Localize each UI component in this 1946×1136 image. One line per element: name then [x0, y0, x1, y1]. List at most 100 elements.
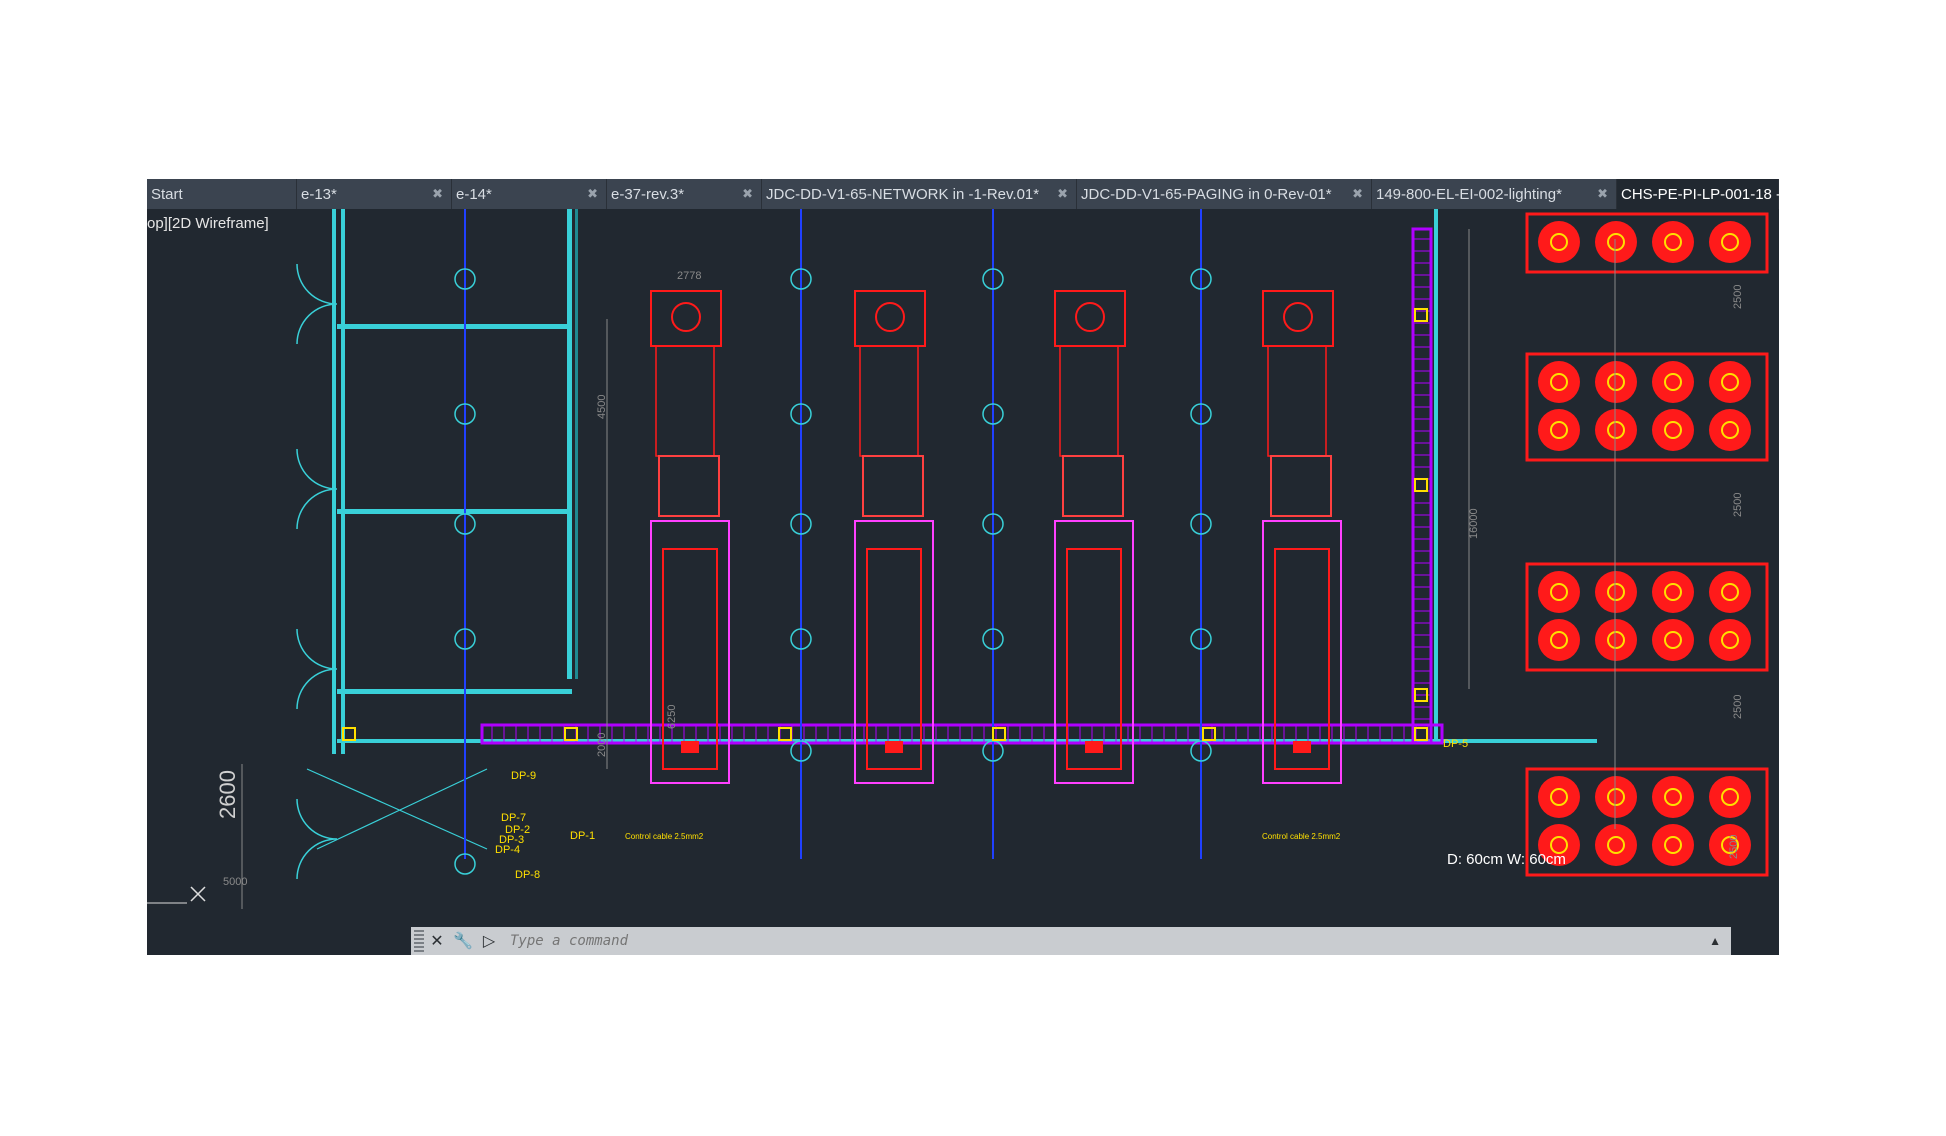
light-fixture	[1652, 824, 1694, 866]
generator-engine	[1267, 345, 1327, 457]
tab-close-icon[interactable]: ✖	[1597, 186, 1608, 202]
dimension-text: 2000	[596, 733, 608, 757]
generator-engine	[655, 345, 715, 457]
generator-alternator	[1066, 548, 1122, 770]
generator-panel	[681, 741, 699, 753]
tab-close-icon[interactable]: ✖	[1057, 186, 1068, 202]
wall	[1434, 209, 1438, 744]
light-fixture	[1595, 571, 1637, 613]
generator-radiator	[854, 290, 926, 347]
generator-engine	[1059, 345, 1119, 457]
generator-block	[658, 455, 720, 517]
file-tab[interactable]: e-37-rev.3* ✖	[607, 179, 762, 209]
command-line: ✕ 🔧 ▷ ▲	[411, 927, 1731, 955]
generator-alternator	[662, 548, 718, 770]
light-fixture	[1538, 619, 1580, 661]
dp-label: DP-1	[570, 830, 595, 842]
wrench-icon[interactable]: 🔧	[450, 931, 476, 951]
cable-label: Control cable 2.5mm2	[1262, 832, 1341, 841]
dimension-readout: D: 60cm W: 60cm	[1447, 851, 1566, 868]
generator-radiator	[1054, 290, 1126, 347]
generator-fan	[1075, 302, 1105, 332]
file-tab[interactable]: Start	[147, 179, 297, 209]
dimension-text: 2778	[677, 270, 701, 282]
junction-box	[564, 727, 578, 741]
light-fixture	[1595, 409, 1637, 451]
light-fixture	[1652, 571, 1694, 613]
file-tab-label: Start	[151, 185, 183, 203]
file-tab[interactable]: JDC-DD-V1-65-NETWORK in -1-Rev.01* ✖	[762, 179, 1077, 209]
dimension-text: 5000	[223, 876, 247, 888]
light-fixture	[1538, 776, 1580, 818]
drawing-canvas[interactable]: 2778 4500 6250 2000 2600 5000 2500 2500 2500 1600…	[147, 209, 1779, 927]
generator-fan	[671, 302, 701, 332]
dimension-text: 2500	[1732, 695, 1744, 719]
light-fixture	[1652, 619, 1694, 661]
close-icon[interactable]: ✕	[424, 931, 450, 951]
light-fixture	[1709, 776, 1751, 818]
door	[296, 628, 338, 710]
tab-close-icon[interactable]: ✖	[1352, 186, 1363, 202]
dp-label: DP-7	[501, 812, 526, 824]
command-prompt-icon[interactable]: ▷	[476, 931, 502, 951]
generator-block	[1062, 455, 1124, 517]
light-fixture	[1709, 619, 1751, 661]
light-fixture	[1538, 571, 1580, 613]
dimension-text: 2600	[215, 770, 240, 819]
file-tab[interactable]: CHS-PE-PI-LP-001-18 - 20	[1617, 179, 1779, 209]
generator-panel	[1293, 741, 1311, 753]
dimension-text: 2500	[1732, 493, 1744, 517]
file-tab[interactable]: e-13* ✖	[297, 179, 452, 209]
generator-alternator	[1274, 548, 1330, 770]
tab-close-icon[interactable]: ✖	[587, 186, 598, 202]
wall	[337, 324, 572, 329]
light-fixture	[1652, 409, 1694, 451]
command-line-grip[interactable]	[414, 930, 424, 952]
light-fixture	[1709, 571, 1751, 613]
light-fixture	[1595, 824, 1637, 866]
generator-radiator	[1262, 290, 1334, 347]
light-fixture	[1595, 619, 1637, 661]
dimension-text: 6250	[666, 705, 678, 729]
dimension-text: 16000	[1468, 508, 1480, 539]
light-fixture	[1709, 361, 1751, 403]
junction-box	[778, 727, 792, 741]
generator-fan	[1283, 302, 1313, 332]
file-tab[interactable]: JDC-DD-V1-65-PAGING in 0-Rev-01* ✖	[1077, 179, 1372, 209]
command-history-expand-icon[interactable]: ▲	[1709, 934, 1721, 948]
generator-radiator	[650, 290, 722, 347]
ucs-icon	[190, 886, 206, 902]
light-fixture	[1538, 361, 1580, 403]
file-tab-label: CHS-PE-PI-LP-001-18 - 20	[1621, 185, 1779, 203]
wall	[575, 209, 578, 679]
tab-close-icon[interactable]: ✖	[742, 186, 753, 202]
light-fixture	[1595, 776, 1637, 818]
generator-panel	[1085, 741, 1103, 753]
generator-panel	[885, 741, 903, 753]
dp-label: DP-4	[495, 844, 520, 856]
cad-window: Start e-13* ✖ e-14* ✖ e-37-rev.3* ✖ JDC-DD-V1-6…	[147, 179, 1779, 955]
file-tab-label: 149-800-EL-EI-002-lighting*	[1376, 185, 1562, 203]
light-fixture	[1595, 361, 1637, 403]
drawing-geometry: 2778 4500 6250 2000 2600 5000 2500 2500 2500 1600…	[147, 209, 1769, 909]
command-input[interactable]	[508, 932, 1662, 950]
generator-block	[1270, 455, 1332, 517]
junction-box	[1414, 727, 1428, 741]
wall	[567, 209, 572, 679]
door	[296, 448, 338, 530]
file-tab-bar: Start e-13* ✖ e-14* ✖ e-37-rev.3* ✖ JDC-DD-V1-6…	[147, 179, 1779, 209]
file-tab[interactable]: 149-800-EL-EI-002-lighting* ✖	[1372, 179, 1617, 209]
dp-label: DP-8	[515, 869, 540, 881]
dp-label: DP-9	[511, 770, 536, 782]
file-tab[interactable]: e-14* ✖	[452, 179, 607, 209]
wall	[337, 689, 572, 694]
file-tab-label: JDC-DD-V1-65-NETWORK in -1-Rev.01*	[766, 185, 1040, 203]
file-tab-label: e-37-rev.3*	[611, 185, 685, 203]
file-tab-label: e-13*	[301, 185, 337, 203]
light-fixture	[1709, 409, 1751, 451]
dp-label: DP-5	[1443, 738, 1468, 750]
dimension-text: 4500	[596, 395, 608, 419]
tab-close-icon[interactable]: ✖	[432, 186, 443, 202]
light-fixture	[1709, 221, 1751, 263]
light-fixture	[1652, 221, 1694, 263]
